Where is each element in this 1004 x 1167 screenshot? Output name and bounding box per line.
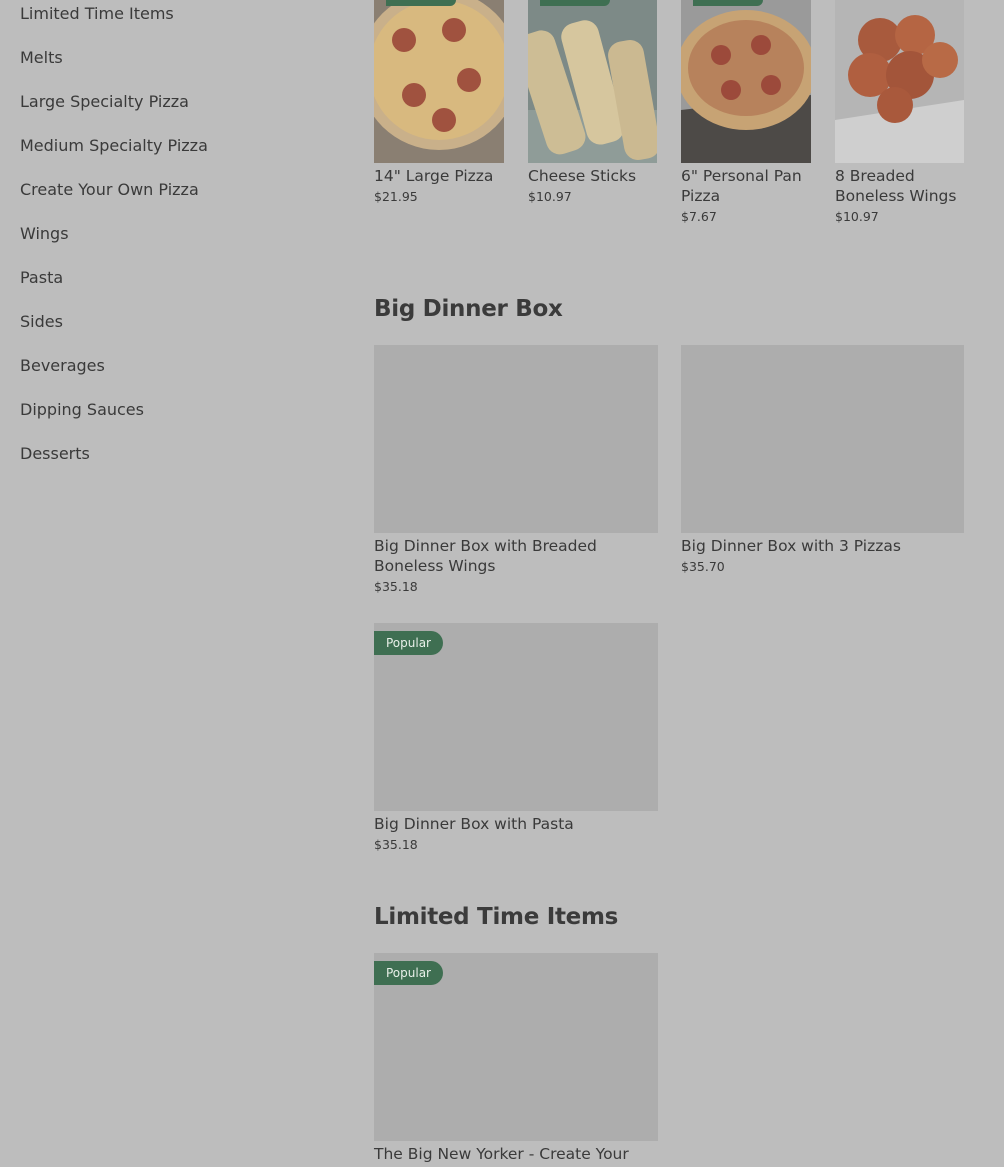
product-image (528, 0, 657, 163)
sidebar-item-large-specialty-pizza[interactable]: Large Specialty Pizza (20, 88, 320, 132)
product-card[interactable]: Cheese Sticks $10.97 (528, 0, 657, 204)
product-card[interactable]: 14" Large Pizza $21.95 (374, 0, 504, 204)
product-price: $35.18 (374, 837, 418, 852)
wings-image-icon (835, 0, 964, 163)
product-image (374, 0, 504, 163)
product-card[interactable]: Popular Big Dinner Box with Pasta $35.18 (374, 623, 658, 852)
sidebar-item-medium-specialty-pizza[interactable]: Medium Specialty Pizza (20, 132, 320, 176)
product-name: Big Dinner Box with Pasta (374, 815, 574, 833)
sidebar-item-wings[interactable]: Wings (20, 220, 320, 264)
sidebar-item-beverages[interactable]: Beverages (20, 352, 320, 396)
badge-decoration (386, 0, 456, 6)
sidebar-item-sides[interactable]: Sides (20, 308, 320, 352)
product-name: The Big New Yorker - Create Your (374, 1145, 629, 1163)
category-sidebar: Limited Time Items Melts Large Specialty… (20, 0, 320, 484)
product-price: $7.67 (681, 209, 717, 224)
product-name: Big Dinner Box with 3 Pizzas (681, 537, 901, 555)
sidebar-item-desserts[interactable]: Desserts (20, 440, 320, 484)
product-card[interactable]: Big Dinner Box with 3 Pizzas $35.70 (681, 345, 964, 574)
pizza-image-icon (374, 0, 504, 163)
product-name: Cheese Sticks (528, 167, 637, 185)
product-card[interactable]: Popular The Big New Yorker - Create Your (374, 953, 658, 1164)
product-card[interactable]: 6" Personal Pan Pizza $7.67 (681, 0, 811, 224)
product-card[interactable]: Big Dinner Box with Breaded Boneless Win… (374, 345, 658, 594)
product-name: 6" Personal Pan Pizza (681, 167, 802, 205)
product-price: $35.18 (374, 579, 418, 594)
product-price: $35.70 (681, 559, 725, 574)
sidebar-item-dipping-sauces[interactable]: Dipping Sauces (20, 396, 320, 440)
product-image: Popular (374, 623, 658, 811)
section-title-big-dinner-box: Big Dinner Box (374, 296, 563, 322)
product-name: 8 Breaded Boneless Wings (835, 167, 957, 205)
badge-decoration (693, 0, 763, 6)
product-name: 14" Large Pizza (374, 167, 494, 185)
section-title-limited-time-items: Limited Time Items (374, 904, 619, 930)
product-card[interactable]: 8 Breaded Boneless Wings $10.97 (835, 0, 964, 224)
product-price: $10.97 (528, 189, 572, 204)
sidebar-item-pasta[interactable]: Pasta (20, 264, 320, 308)
sidebar-item-create-your-own-pizza[interactable]: Create Your Own Pizza (20, 176, 320, 220)
product-image (681, 0, 811, 163)
sidebar-item-melts[interactable]: Melts (20, 44, 320, 88)
cheese-sticks-image-icon (528, 0, 657, 163)
product-image (835, 0, 964, 163)
product-name: Big Dinner Box with Breaded Boneless Win… (374, 537, 597, 575)
product-image: Popular (374, 953, 658, 1141)
product-price: $21.95 (374, 189, 418, 204)
popular-badge: Popular (374, 631, 443, 655)
badge-decoration (540, 0, 610, 6)
pan-pizza-image-icon (681, 0, 811, 163)
sidebar-item-limited-time-items[interactable]: Limited Time Items (20, 0, 320, 44)
product-image (681, 345, 964, 533)
product-image (374, 345, 658, 533)
popular-badge: Popular (374, 961, 443, 985)
product-price: $10.97 (835, 209, 879, 224)
